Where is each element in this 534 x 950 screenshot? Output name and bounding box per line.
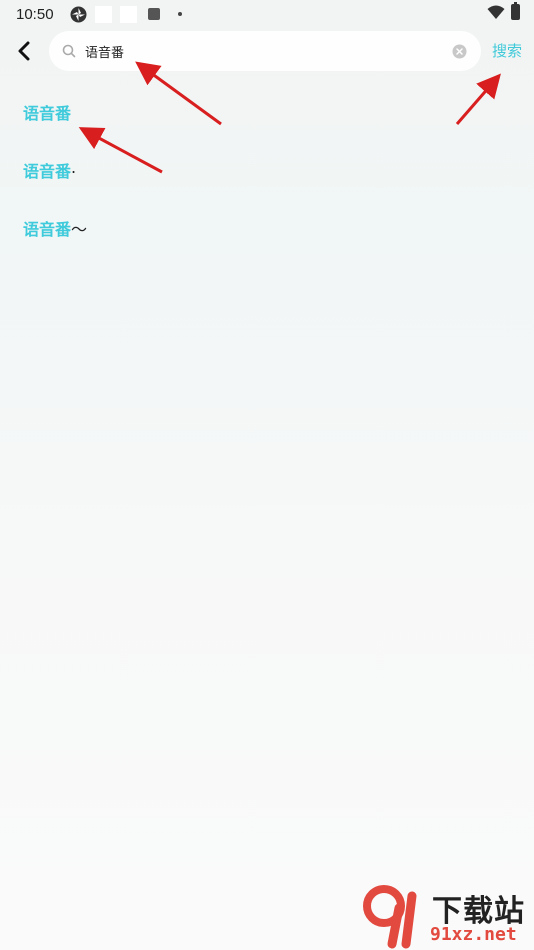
91-logo-icon xyxy=(363,885,417,949)
watermark: 下载站 91xz.net xyxy=(362,882,534,950)
search-box[interactable] xyxy=(49,31,481,71)
clear-icon[interactable] xyxy=(452,44,467,59)
search-header: 搜索 xyxy=(0,30,534,72)
notification-placeholder-icon xyxy=(119,5,137,23)
search-icon xyxy=(62,44,76,58)
more-notifications-dot-icon xyxy=(177,12,182,16)
status-bar: 10:50 xyxy=(0,0,534,28)
suggestion-rest: . xyxy=(71,158,77,177)
status-time: 10:50 xyxy=(16,5,54,23)
chevron-left-icon xyxy=(18,41,30,61)
battery-icon xyxy=(511,2,520,20)
watermark-url: 91xz.net xyxy=(430,924,517,945)
status-system-icons xyxy=(487,2,520,20)
suggestion-highlight: 语音番 xyxy=(23,104,72,123)
suggestion-item[interactable]: 语音番. xyxy=(23,158,503,216)
pinwheel-icon xyxy=(70,6,87,22)
suggestion-highlight: 语音番 xyxy=(23,162,72,181)
suggestion-list: 语音番 语音番. 语音番～ xyxy=(23,100,503,274)
notification-app-icon xyxy=(147,8,160,20)
wifi-icon xyxy=(487,5,505,19)
search-button[interactable]: 搜索 xyxy=(492,40,522,61)
back-button[interactable] xyxy=(12,38,36,64)
suggestion-rest: ～ xyxy=(71,220,88,239)
suggestion-item[interactable]: 语音番 xyxy=(23,100,503,158)
status-notification-icons xyxy=(70,5,182,23)
search-input[interactable] xyxy=(85,39,445,63)
suggestion-item[interactable]: 语音番～ xyxy=(23,216,503,274)
notification-placeholder-icon xyxy=(94,5,112,23)
suggestion-highlight: 语音番 xyxy=(23,220,72,239)
